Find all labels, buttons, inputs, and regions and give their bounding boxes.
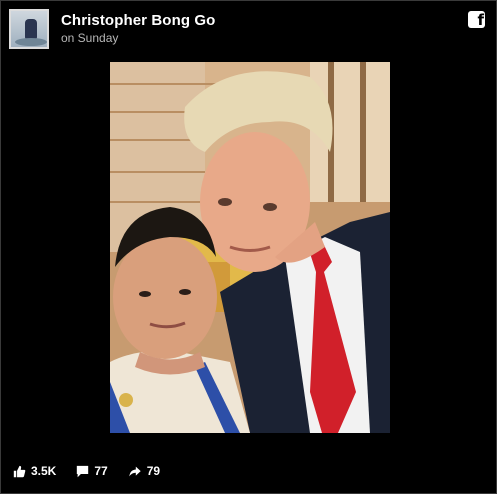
comment-bubble-icon xyxy=(77,465,89,477)
facebook-post-embed: Christopher Bong Go on Sunday f 3.5K 77 … xyxy=(0,0,497,494)
post-timestamp[interactable]: on Sunday xyxy=(61,31,118,45)
thumbs-up-icon xyxy=(13,465,26,477)
author-avatar[interactable] xyxy=(9,9,49,49)
like-count: 3.5K xyxy=(31,464,57,478)
post-photo[interactable] xyxy=(110,62,390,433)
share-count: 79 xyxy=(146,464,161,478)
comment-button[interactable]: 77 xyxy=(76,464,108,478)
author-name[interactable]: Christopher Bong Go xyxy=(61,12,215,29)
facebook-icon[interactable]: f xyxy=(468,11,485,28)
share-arrow-icon xyxy=(129,466,141,476)
comment-count: 77 xyxy=(94,464,108,478)
like-button[interactable]: 3.5K xyxy=(13,464,56,478)
share-button[interactable]: 79 xyxy=(128,464,160,478)
engagement-bar: 3.5K 77 79 xyxy=(13,464,180,478)
